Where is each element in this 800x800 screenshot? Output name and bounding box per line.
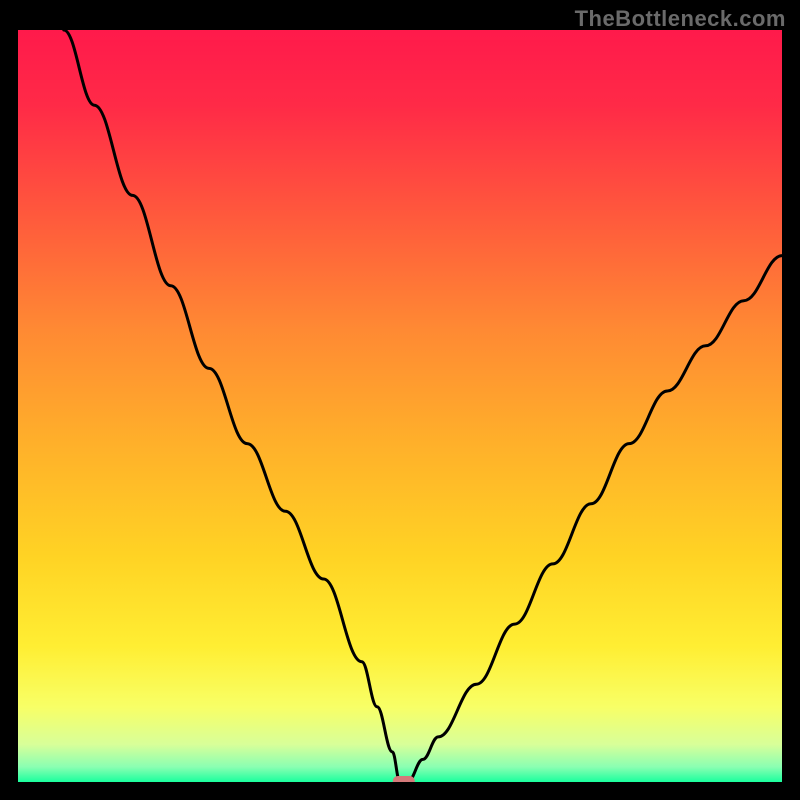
watermark-text: TheBottleneck.com	[575, 6, 786, 32]
minimum-marker	[393, 776, 415, 782]
chart-svg	[18, 30, 782, 782]
chart-frame: TheBottleneck.com	[0, 0, 800, 800]
plot-area	[18, 30, 782, 782]
gradient-background	[18, 30, 782, 782]
